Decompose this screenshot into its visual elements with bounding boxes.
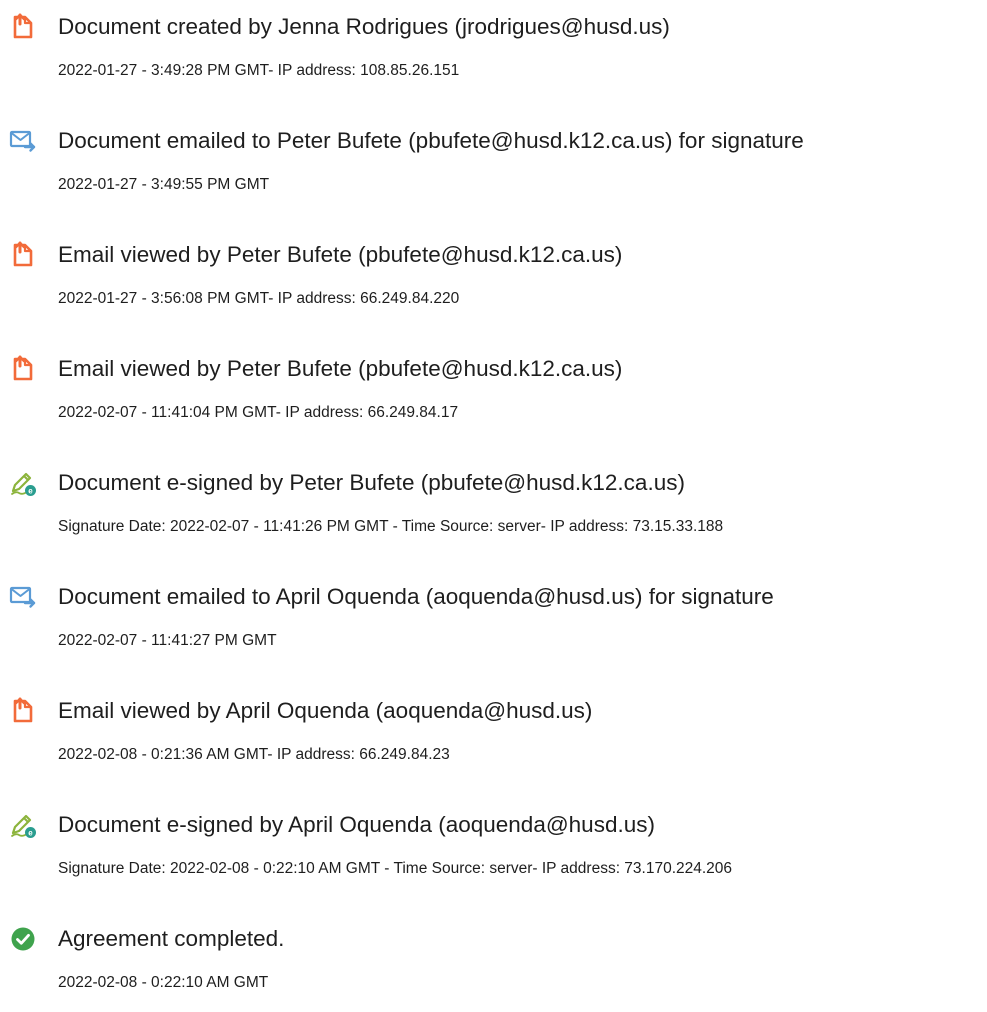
svg-text:e: e (28, 829, 33, 838)
event-detail: 2022-01-27 - 3:49:55 PM GMT (58, 176, 270, 193)
event-title: Email viewed by Peter Bufete (pbufete@hu… (58, 242, 623, 267)
event-document-emailed: Document emailed to April Oquenda (aoque… (0, 580, 987, 670)
event-document-created: Document created by Jenna Rodrigues (jro… (0, 10, 987, 100)
event-title: Document emailed to April Oquenda (aoque… (58, 584, 774, 609)
event-email-viewed: Email viewed by April Oquenda (aoquenda@… (0, 694, 987, 784)
event-title: Document e-signed by Peter Bufete (pbufe… (58, 470, 685, 495)
document-viewed-icon (9, 355, 37, 383)
event-detail: 2022-02-07 - 11:41:04 PM GMT- IP address… (58, 404, 459, 421)
document-created-icon (9, 13, 37, 41)
event-agreement-completed: Agreement completed. 2022-02-08 - 0:22:1… (0, 922, 987, 1012)
document-viewed-icon (9, 241, 37, 269)
email-sent-icon (9, 127, 37, 155)
check-circle-icon (9, 925, 37, 953)
event-detail: 2022-02-08 - 0:21:36 AM GMT- IP address:… (58, 746, 450, 763)
event-document-esigned: e Document e-signed by April Oquenda (ao… (0, 808, 987, 898)
event-title: Document emailed to Peter Bufete (pbufet… (58, 128, 804, 153)
event-detail: 2022-01-27 - 3:49:28 PM GMT- IP address:… (58, 62, 460, 79)
esign-pen-icon: e (9, 811, 37, 839)
event-title: Agreement completed. (58, 926, 285, 951)
email-sent-icon (9, 583, 37, 611)
event-detail: Signature Date: 2022-02-08 - 0:22:10 AM … (58, 860, 733, 877)
esign-pen-icon: e (9, 469, 37, 497)
event-title: Document e-signed by April Oquenda (aoqu… (58, 812, 655, 837)
event-detail: Signature Date: 2022-02-07 - 11:41:26 PM… (58, 518, 724, 535)
event-title: Email viewed by April Oquenda (aoquenda@… (58, 698, 593, 723)
event-detail: 2022-01-27 - 3:56:08 PM GMT- IP address:… (58, 290, 460, 307)
event-document-esigned: e Document e-signed by Peter Bufete (pbu… (0, 466, 987, 556)
svg-text:e: e (28, 487, 33, 496)
event-email-viewed: Email viewed by Peter Bufete (pbufete@hu… (0, 352, 987, 442)
event-document-emailed: Document emailed to Peter Bufete (pbufet… (0, 124, 987, 214)
event-email-viewed: Email viewed by Peter Bufete (pbufete@hu… (0, 238, 987, 328)
event-title: Email viewed by Peter Bufete (pbufete@hu… (58, 356, 623, 381)
event-detail: 2022-02-07 - 11:41:27 PM GMT (58, 632, 277, 649)
document-viewed-icon (9, 697, 37, 725)
event-title: Document created by Jenna Rodrigues (jro… (58, 14, 670, 39)
event-detail: 2022-02-08 - 0:22:10 AM GMT (58, 974, 269, 991)
